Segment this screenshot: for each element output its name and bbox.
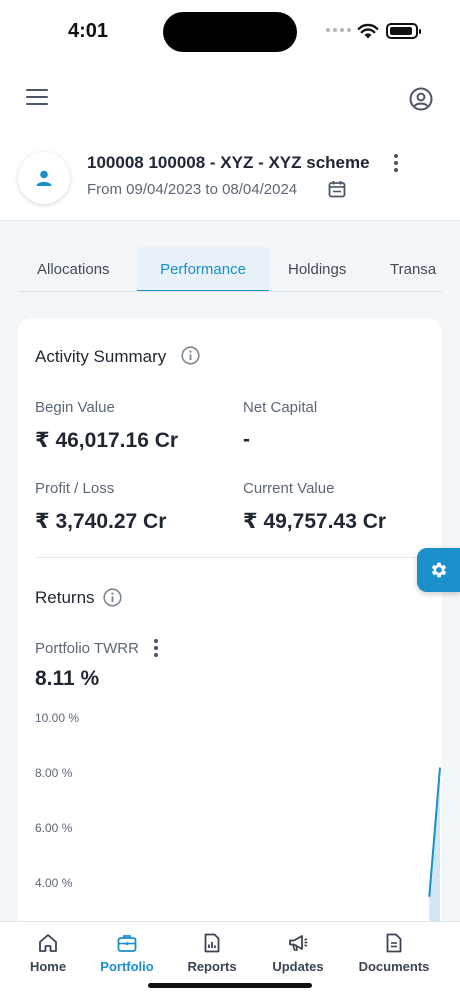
y-tick-label: 4.00 % [35,876,73,890]
net-capital-label: Net Capital [243,399,318,416]
app-bar [0,62,460,137]
tab-bar: Allocations Performance Holdings Transa [18,247,442,292]
begin-value: ₹ 46,017.16 Cr [35,429,179,452]
tab-allocations[interactable]: Allocations [37,247,110,291]
activity-summary-title: Activity Summary [35,347,167,366]
calendar-icon[interactable] [328,180,346,198]
nav-reports[interactable]: Reports [166,932,258,974]
activity-summary-info-icon[interactable] [181,346,200,365]
briefcase-icon [117,935,137,952]
nav-documents[interactable]: Documents [348,932,440,974]
profit-loss-label: Profit / Loss [35,480,115,497]
account-avatar [18,152,70,204]
dynamic-island [163,12,297,52]
section-divider [35,557,425,558]
document-icon [386,933,402,953]
status-time: 4:01 [68,20,109,42]
profile-icon[interactable] [409,87,433,111]
account-header: 100008 100008 - XYZ - XYZ scheme From 09… [0,137,460,221]
account-period: From 09/04/2023 to 08/04/2024 [87,181,298,198]
begin-value-label: Begin Value [35,399,115,416]
account-title: 100008 100008 - XYZ - XYZ scheme [87,153,370,172]
nav-updates-label: Updates [272,959,324,974]
wifi-icon [357,23,379,39]
twrr-more-icon[interactable] [152,638,160,658]
tab-holdings[interactable]: Holdings [288,247,346,291]
tab-performance[interactable]: Performance [137,247,269,291]
megaphone-icon [289,935,308,951]
current-value-label: Current Value [243,480,335,497]
net-capital-value: - [243,428,250,451]
performance-card: Activity Summary Begin Value ₹ 46,017.16… [18,318,442,921]
current-value: ₹ 49,757.43 Cr [243,510,387,533]
performance-content: Allocations Performance Holdings Transa … [0,221,460,921]
nav-reports-label: Reports [187,959,237,974]
y-tick-label: 6.00 % [35,821,73,835]
status-bar: 4:01 [0,0,460,62]
gear-icon [431,562,446,578]
twrr-value: 8.11 % [35,667,100,690]
home-indicator [148,983,312,988]
account-more-icon[interactable] [392,153,400,173]
tab-transactions[interactable]: Transa [390,247,436,291]
settings-button[interactable] [417,548,460,592]
returns-title: Returns [35,588,95,607]
profit-loss-value: ₹ 3,740.27 Cr [35,510,167,533]
person-icon [36,170,52,186]
battery-icon [386,23,421,39]
nav-portfolio-label: Portfolio [100,959,154,974]
cellular-signal-icon [326,28,351,32]
nav-documents-label: Documents [358,959,430,974]
menu-icon[interactable] [26,89,48,107]
nav-updates[interactable]: Updates [252,932,344,974]
twrr-chart: 10.00 % 8.00 % 6.00 % 4.00 % [35,711,441,921]
y-tick-label: 8.00 % [35,766,73,780]
nav-portfolio[interactable]: Portfolio [81,932,173,974]
home-icon [39,934,57,952]
returns-info-icon[interactable] [103,588,122,607]
twrr-label: Portfolio TWRR [35,640,139,657]
report-icon [204,933,220,953]
y-tick-label: 10.00 % [35,711,79,725]
